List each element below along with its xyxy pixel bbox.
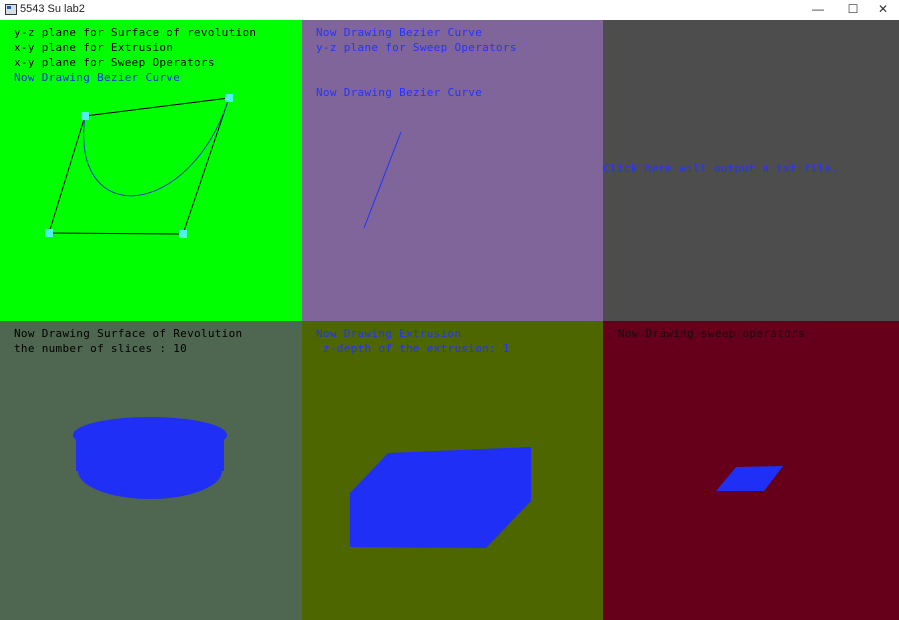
output-txt-button[interactable]: Click here will output a txt file. (603, 161, 838, 176)
surface-top (73, 417, 227, 453)
minimize-button[interactable]: — (801, 0, 835, 20)
sweep-shape (716, 466, 783, 491)
bezier-yz-viewport[interactable]: Now Drawing Bezier Curve y-z plane for S… (302, 20, 603, 321)
control-point[interactable] (45, 229, 53, 237)
surface-revolution-viewport: Now Drawing Surface of Revolution the nu… (0, 321, 302, 620)
sweep-viewport: Now Drawing sweep operators (603, 321, 899, 620)
app-icon (5, 4, 17, 15)
bezier-yz-canvas[interactable] (302, 20, 603, 321)
bezier-canvas[interactable] (0, 20, 302, 321)
bezier-curve (83, 97, 230, 197)
bezier-yz-curve (363, 131, 402, 229)
extrusion-canvas (350, 447, 531, 548)
control-point[interactable] (81, 112, 89, 120)
window-title: 5543 Su lab2 (20, 3, 85, 15)
extrusion-viewport: Now Drawing Extrusion z-depth of the ext… (302, 321, 603, 620)
output-viewport[interactable]: Click here will output a txt file. (603, 20, 899, 321)
surface-revolution-canvas (73, 417, 227, 499)
sweep-canvas (716, 466, 783, 491)
control-point[interactable] (225, 94, 233, 102)
extrusion-shape (350, 447, 531, 548)
control-point[interactable] (179, 230, 187, 238)
maximize-button[interactable]: ☐ (836, 0, 870, 20)
control-polygon (48, 97, 230, 235)
bezier-editor-viewport[interactable]: y-z plane for Surface of revolution x-y … (0, 20, 302, 321)
close-button[interactable]: ✕ (866, 0, 899, 20)
title-bar: 5543 Su lab2 — ☐ ✕ (0, 0, 899, 20)
